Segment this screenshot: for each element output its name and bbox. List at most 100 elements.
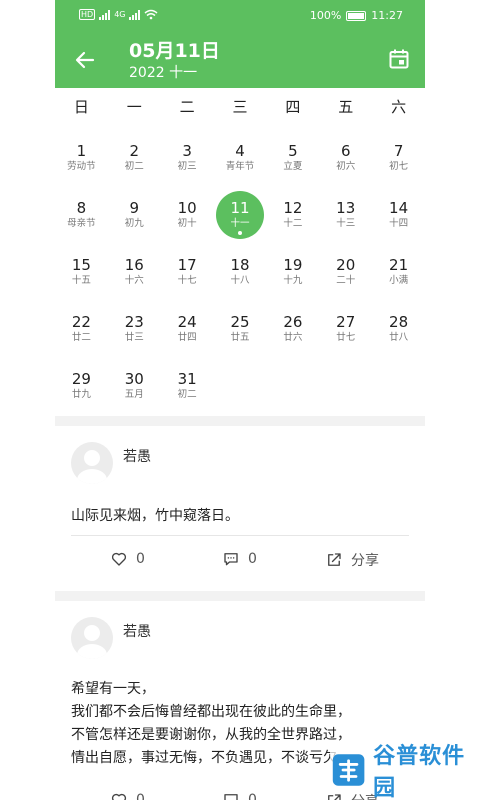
day-number: 19: [283, 256, 303, 274]
calendar-day-cell[interactable]: 1 劳动节: [55, 134, 108, 191]
post-card: 若愚 山际见来烟，竹中窥落日。 0 0 分享: [55, 426, 425, 591]
comment-button[interactable]: 0: [222, 550, 257, 568]
calendar-day-cell[interactable]: 11 十一: [214, 191, 267, 248]
weekday-label: 五: [338, 98, 354, 116]
page-subtitle: 2022 十一: [129, 65, 198, 81]
day-number: 8: [76, 199, 87, 217]
weekday-label: 一: [126, 98, 142, 116]
lunar-date: 十四: [389, 218, 409, 229]
calendar-day-cell[interactable]: 7 初七: [372, 134, 425, 191]
day-number: 22: [71, 313, 91, 331]
watermark-logo-icon: [332, 754, 365, 786]
day-number: 10: [177, 199, 197, 217]
day-number: 9: [129, 199, 140, 217]
avatar[interactable]: [71, 617, 113, 659]
day-number: 21: [389, 256, 409, 274]
status-bar: HD 4G 100% 11:27: [55, 0, 425, 32]
lunar-date: 廿六: [283, 332, 303, 343]
header-bar: HD 4G 100% 11:27 05月11日 2022 十一: [55, 0, 425, 88]
share-button[interactable]: 分享: [325, 791, 379, 800]
calendar-day-cell[interactable]: 14 十四: [372, 191, 425, 248]
day-number: 30: [124, 370, 144, 388]
share-button[interactable]: 分享: [325, 550, 379, 570]
calendar-day-cell[interactable]: 12 十二: [266, 191, 319, 248]
watermark: 谷普软件园: [330, 744, 480, 800]
day-number: 28: [389, 313, 409, 331]
lunar-date: 十八: [230, 275, 250, 286]
day-number: 31: [177, 370, 197, 388]
section-separator: [55, 416, 425, 426]
calendar-day-cell[interactable]: 18 十八: [214, 248, 267, 305]
calendar-day-cell[interactable]: 9 初九: [108, 191, 161, 248]
avatar[interactable]: [71, 442, 113, 484]
post-line: 我们都不会后悔曾经都出现在彼此的生命里，: [71, 704, 351, 720]
day-number: 12: [283, 199, 303, 217]
calendar-day-cell[interactable]: 15 十五: [55, 248, 108, 305]
post-line: 不管怎样还是要谢谢你，从我的全世界路过，: [71, 727, 351, 743]
calendar-day-cell[interactable]: 29 廿九: [55, 362, 108, 419]
day-number: 14: [389, 199, 409, 217]
calendar-day-cell[interactable]: 30 五月: [108, 362, 161, 419]
calendar-day-cell[interactable]: 31 初二: [161, 362, 214, 419]
calendar-day-cell[interactable]: 25 廿五: [214, 305, 267, 362]
calendar-week-row: 1 劳动节 2 初二 3 初三 4 青年节 5 立夏 6 初六 7 初七: [55, 134, 425, 191]
calendar-day-cell[interactable]: 27 廿七: [319, 305, 372, 362]
day-number: 16: [124, 256, 144, 274]
calendar-day-cell[interactable]: 23 廿三: [108, 305, 161, 362]
calendar-day-cell[interactable]: 16 十六: [108, 248, 161, 305]
calendar-day-cell[interactable]: 4 青年节: [214, 134, 267, 191]
lunar-date: 廿八: [389, 332, 409, 343]
comment-button[interactable]: 0: [222, 791, 257, 800]
battery-icon: [346, 10, 367, 21]
day-number: 13: [336, 199, 356, 217]
calendar-day-cell[interactable]: 24 廿四: [161, 305, 214, 362]
calendar-week-row: 15 十五 16 十六 17 十七 18 十八 19 十九 20 二十 21 小满: [55, 248, 425, 305]
day-number: 4: [235, 142, 245, 160]
day-number: 23: [124, 313, 144, 331]
share-label: 分享: [351, 553, 379, 569]
lunar-date: 十七: [177, 275, 197, 286]
calendar-day-cell[interactable]: 26 廿六: [266, 305, 319, 362]
calendar-day-cell[interactable]: 19 十九: [266, 248, 319, 305]
lunar-date: 十三: [336, 218, 356, 229]
calendar-day-cell[interactable]: 21 小满: [372, 248, 425, 305]
lunar-date: 初二: [177, 389, 197, 400]
day-number: 15: [71, 256, 91, 274]
date-title-block: 05月11日 2022 十一: [129, 40, 220, 82]
calendar-day-cell[interactable]: 13 十三: [319, 191, 372, 248]
calendar-day-cell[interactable]: 2 初二: [108, 134, 161, 191]
calendar-day-cell[interactable]: 22 廿二: [55, 305, 108, 362]
calendar-day-cell[interactable]: 20 二十: [319, 248, 372, 305]
lunar-date: 立夏: [283, 161, 303, 172]
calendar-day-cell[interactable]: 6 初六: [319, 134, 372, 191]
post-actions: 0 0 分享: [55, 791, 425, 800]
day-number: 26: [283, 313, 303, 331]
lunar-date: 十一: [230, 218, 250, 229]
calendar-day-cell[interactable]: 3 初三: [161, 134, 214, 191]
comment-icon: [224, 794, 238, 800]
like-button[interactable]: 0: [110, 791, 145, 800]
calendar-day-cell[interactable]: 8 母亲节: [55, 191, 108, 248]
weekday-label: 四: [285, 98, 301, 116]
like-count: 0: [136, 551, 145, 567]
post-text: 山际见来烟，竹中窥落日。: [71, 505, 409, 528]
divider: [71, 535, 409, 536]
wifi-icon: [145, 9, 158, 20]
calendar-week-row: 29 廿九 30 五月 31 初二: [55, 362, 425, 419]
back-arrow-icon[interactable]: [73, 48, 97, 72]
weekday-label: 三: [232, 98, 248, 116]
post-actions: 0 0 分享: [55, 550, 425, 574]
calendar-day-cell[interactable]: 28 廿八: [372, 305, 425, 362]
day-number: 27: [336, 313, 356, 331]
like-button[interactable]: 0: [110, 550, 145, 568]
author-name[interactable]: 若愚: [123, 446, 151, 466]
calendar-icon[interactable]: [387, 47, 411, 71]
lunar-date: 初六: [336, 161, 356, 172]
weekday-header: 日 一 二 三 四 五 六: [55, 96, 425, 122]
calendar-day-cell[interactable]: 5 立夏: [266, 134, 319, 191]
author-name[interactable]: 若愚: [123, 621, 151, 641]
lunar-date: 初七: [389, 161, 409, 172]
calendar-day-cell[interactable]: 10 初十: [161, 191, 214, 248]
comment-count: 0: [248, 551, 257, 567]
calendar-day-cell[interactable]: 17 十七: [161, 248, 214, 305]
